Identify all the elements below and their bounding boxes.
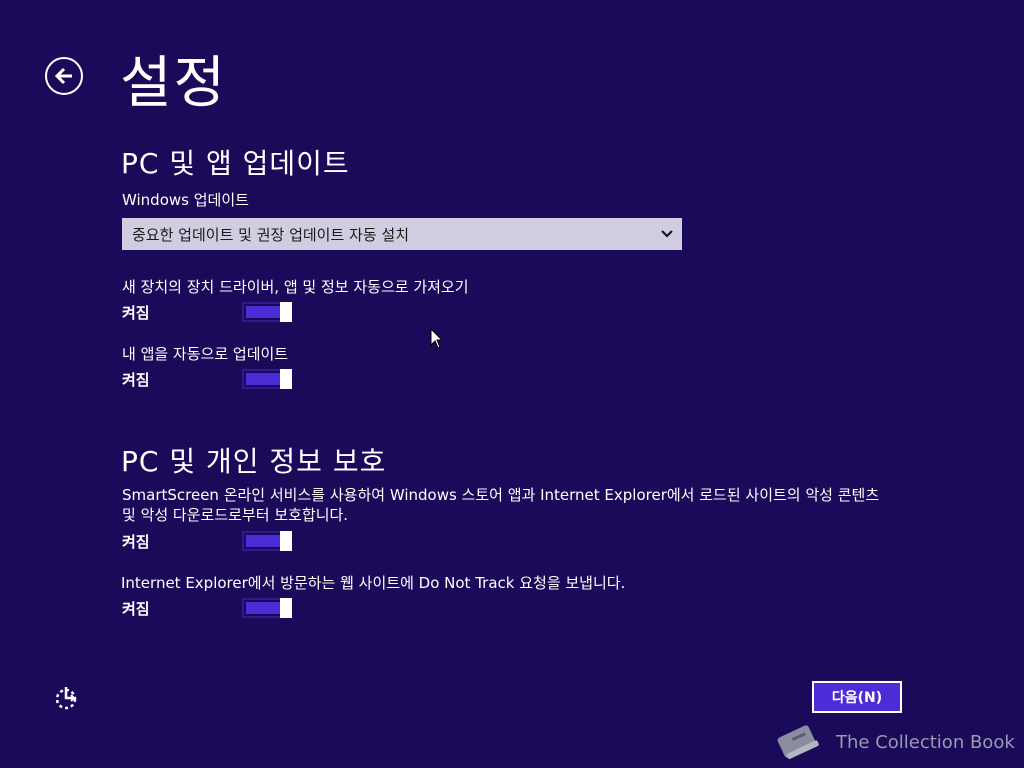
chevron-down-icon: [652, 229, 682, 239]
device-drivers-toggle-state: 켜짐: [122, 303, 150, 322]
toggle-fill: [246, 602, 280, 614]
section-heading-privacy: PC 및 개인 정보 보호: [121, 445, 387, 478]
windows-update-selected-value: 중요한 업데이트 및 권장 업데이트 자동 설치: [132, 225, 410, 244]
page-title: 설정: [120, 51, 228, 116]
device-drivers-toggle[interactable]: [242, 302, 292, 322]
toggle-thumb: [280, 598, 292, 618]
app-updates-toggle-row: 켜짐: [122, 369, 292, 389]
do-not-track-label: Internet Explorer에서 방문하는 웹 사이트에 Do Not T…: [121, 574, 626, 592]
smartscreen-toggle-state: 켜짐: [122, 532, 150, 551]
toggle-fill: [246, 373, 280, 385]
do-not-track-toggle[interactable]: [242, 598, 292, 618]
device-drivers-label: 새 장치의 장치 드라이버, 앱 및 정보 자동으로 가져오기: [122, 278, 469, 296]
toggle-thumb: [280, 369, 292, 389]
windows-update-label: Windows 업데이트: [122, 191, 249, 209]
toggle-thumb: [280, 302, 292, 322]
smartscreen-label-line2: 및 악성 다운로드로부터 보호합니다.: [122, 506, 349, 524]
next-button[interactable]: 다음(N): [812, 681, 902, 713]
toggle-thumb: [280, 531, 292, 551]
section-heading-updates: PC 및 앱 업데이트: [121, 147, 350, 180]
app-updates-toggle-state: 켜짐: [122, 370, 150, 389]
watermark: The Collection Book: [772, 718, 1015, 766]
book-icon: [777, 725, 819, 759]
smartscreen-label-line1: SmartScreen 온라인 서비스를 사용하여 Windows 스토어 앱과…: [122, 486, 880, 504]
smartscreen-toggle[interactable]: [242, 531, 292, 551]
ease-of-access-icon[interactable]: [52, 684, 80, 712]
toggle-fill: [246, 535, 280, 547]
back-button[interactable]: [45, 57, 83, 95]
smartscreen-toggle-row: 켜짐: [122, 531, 292, 551]
toggle-fill: [246, 306, 280, 318]
app-updates-label: 내 앱을 자동으로 업데이트: [122, 345, 289, 363]
app-updates-toggle[interactable]: [242, 369, 292, 389]
watermark-text: The Collection Book: [836, 731, 1015, 753]
device-drivers-toggle-row: 켜짐: [122, 302, 292, 322]
windows-update-dropdown[interactable]: 중요한 업데이트 및 권장 업데이트 자동 설치: [122, 218, 682, 250]
do-not-track-toggle-row: 켜짐: [122, 598, 292, 618]
settings-page: 설정 PC 및 앱 업데이트 Windows 업데이트 중요한 업데이트 및 권…: [0, 0, 1024, 768]
smartscreen-label: SmartScreen 온라인 서비스를 사용하여 Windows 스토어 앱과…: [122, 485, 912, 525]
mouse-cursor-icon: [430, 327, 444, 354]
do-not-track-toggle-state: 켜짐: [122, 599, 150, 618]
arrow-left-circle-icon: [54, 67, 72, 85]
